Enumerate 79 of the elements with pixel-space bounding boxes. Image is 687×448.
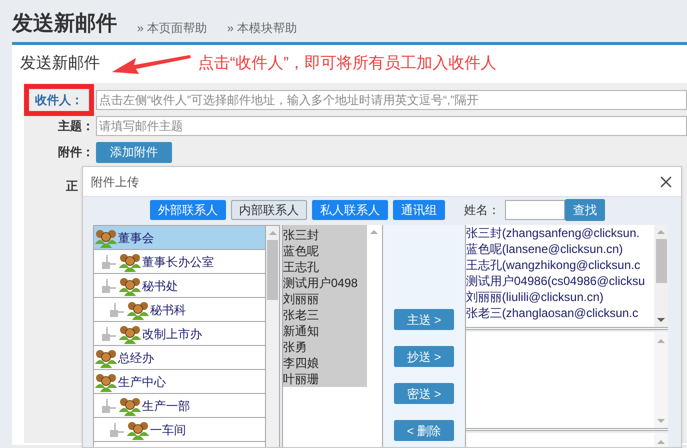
search-button[interactable]: 查找 (565, 199, 605, 221)
tree-connector-icon (102, 278, 118, 292)
contact-name[interactable]: 刘丽丽 (283, 291, 367, 307)
help-link[interactable]: » 本模块帮助 (227, 22, 298, 34)
contact-name[interactable]: 张三封 (283, 227, 367, 243)
people-icon (118, 276, 142, 296)
tree-item[interactable]: 董事会 (94, 226, 266, 250)
contact-tab[interactable]: 外部联系人 (150, 200, 226, 220)
tree-item-label: 秘书处 (142, 278, 178, 294)
close-icon[interactable] (659, 174, 673, 188)
recipient-entry[interactable]: 测试用户04986(cs04986@clicksu (466, 273, 654, 289)
field-label: 附件： (58, 144, 94, 160)
field-label: 主题： (58, 118, 94, 134)
contact-name[interactable]: 张勇 (283, 339, 367, 355)
contact-tab[interactable]: 通讯组 (393, 200, 445, 220)
text-field[interactable]: 点击左侧“收件人”可选择邮件地址，输入多个地址时请用英文逗号“,”隔开 (96, 90, 687, 110)
move-button[interactable]: 密送 > (394, 383, 454, 404)
tree-item-label: 生产一部 (142, 398, 190, 414)
add-attachment-button[interactable]: 添加附件 (96, 142, 172, 162)
dialog-title: 附件上传 (91, 174, 139, 190)
move-button[interactable]: 主送 > (394, 309, 454, 330)
field-label: 正 (66, 178, 78, 194)
people-icon (126, 420, 150, 440)
move-button[interactable]: 抄送 > (394, 346, 454, 367)
move-button[interactable]: < 删除 (394, 420, 454, 441)
people-icon (118, 396, 142, 416)
scrollbar[interactable] (654, 225, 668, 328)
contact-name[interactable]: 李四娘 (283, 355, 367, 371)
tree-connector-icon (110, 302, 126, 316)
recipient-entry[interactable]: 张三封(zhangsanfeng@clicksun. (466, 225, 654, 241)
recipient-entry[interactable]: 张老三(zhanglaosan@clicksun.c (466, 305, 654, 321)
tree-connector-icon (102, 398, 118, 412)
tree-item-label: 董事会 (118, 230, 154, 246)
scroll-up-icon[interactable] (656, 418, 666, 424)
recipient-entry[interactable]: 刘丽丽(liulili@clicksun.cn) (466, 289, 654, 305)
name-label: 姓名： (464, 202, 500, 219)
recipient-entry[interactable]: 蓝色呢(lansene@clicksun.cn) (466, 241, 654, 257)
annotation-text: 点击“收件人”，即可将所有员工加入收件人 (198, 54, 497, 74)
page-title: 发送新邮件 (12, 13, 117, 34)
scroll-up-icon[interactable] (656, 338, 666, 344)
contact-name[interactable]: 测试用户0498 (283, 275, 367, 291)
scroll-up-icon[interactable] (656, 229, 666, 235)
tree-item-label: 董事长办公室 (142, 254, 214, 270)
scroll-thumb[interactable] (267, 240, 278, 300)
scrollbar[interactable] (654, 332, 668, 428)
scroll-down-icon[interactable] (656, 317, 666, 324)
contact-name[interactable]: 叶丽珊 (283, 371, 367, 387)
people-icon (126, 300, 150, 320)
contact-name[interactable]: 新通知 (283, 323, 367, 339)
tree-connector-icon (110, 422, 126, 436)
scroll-up-icon[interactable] (656, 439, 666, 446)
tree-item-label: 一车间 (150, 422, 186, 438)
scroll-up-icon[interactable] (268, 230, 278, 236)
tree-item-label: 总经办 (118, 350, 154, 366)
help-link[interactable]: » 本页面帮助 (137, 22, 208, 34)
name-field[interactable] (505, 200, 565, 220)
contact-name[interactable]: 蓝色呢 (283, 243, 367, 259)
text-field[interactable]: 请填写邮件主题 (96, 116, 687, 136)
contact-tab[interactable]: 内部联系人 (231, 200, 307, 220)
scrollbar[interactable] (266, 226, 279, 447)
scroll-thumb[interactable] (656, 239, 666, 283)
recipient-link[interactable]: 收件人： (35, 92, 83, 108)
scroll-up-icon[interactable] (369, 229, 379, 235)
tree-item-label: 改制上市办 (142, 326, 202, 342)
contact-name[interactable]: 张老三 (283, 307, 367, 323)
people-icon (94, 348, 118, 368)
scrollbar[interactable] (654, 433, 668, 447)
contact-tab[interactable]: 私人联系人 (312, 200, 388, 220)
tree-connector-icon (102, 254, 118, 268)
tree-item-label: 秘书科 (150, 302, 186, 318)
people-icon (118, 324, 142, 344)
people-icon (118, 252, 142, 272)
people-icon (94, 372, 118, 392)
recipient-entry[interactable]: 王志孔(wangzhikong@clicksun.c (466, 257, 654, 273)
contact-name[interactable]: 王志孔 (283, 259, 367, 275)
panel-title: 发送新邮件 (20, 54, 100, 74)
people-icon (94, 228, 118, 248)
tree-item-label: 生产中心 (118, 374, 166, 390)
tree-connector-icon (102, 326, 118, 340)
